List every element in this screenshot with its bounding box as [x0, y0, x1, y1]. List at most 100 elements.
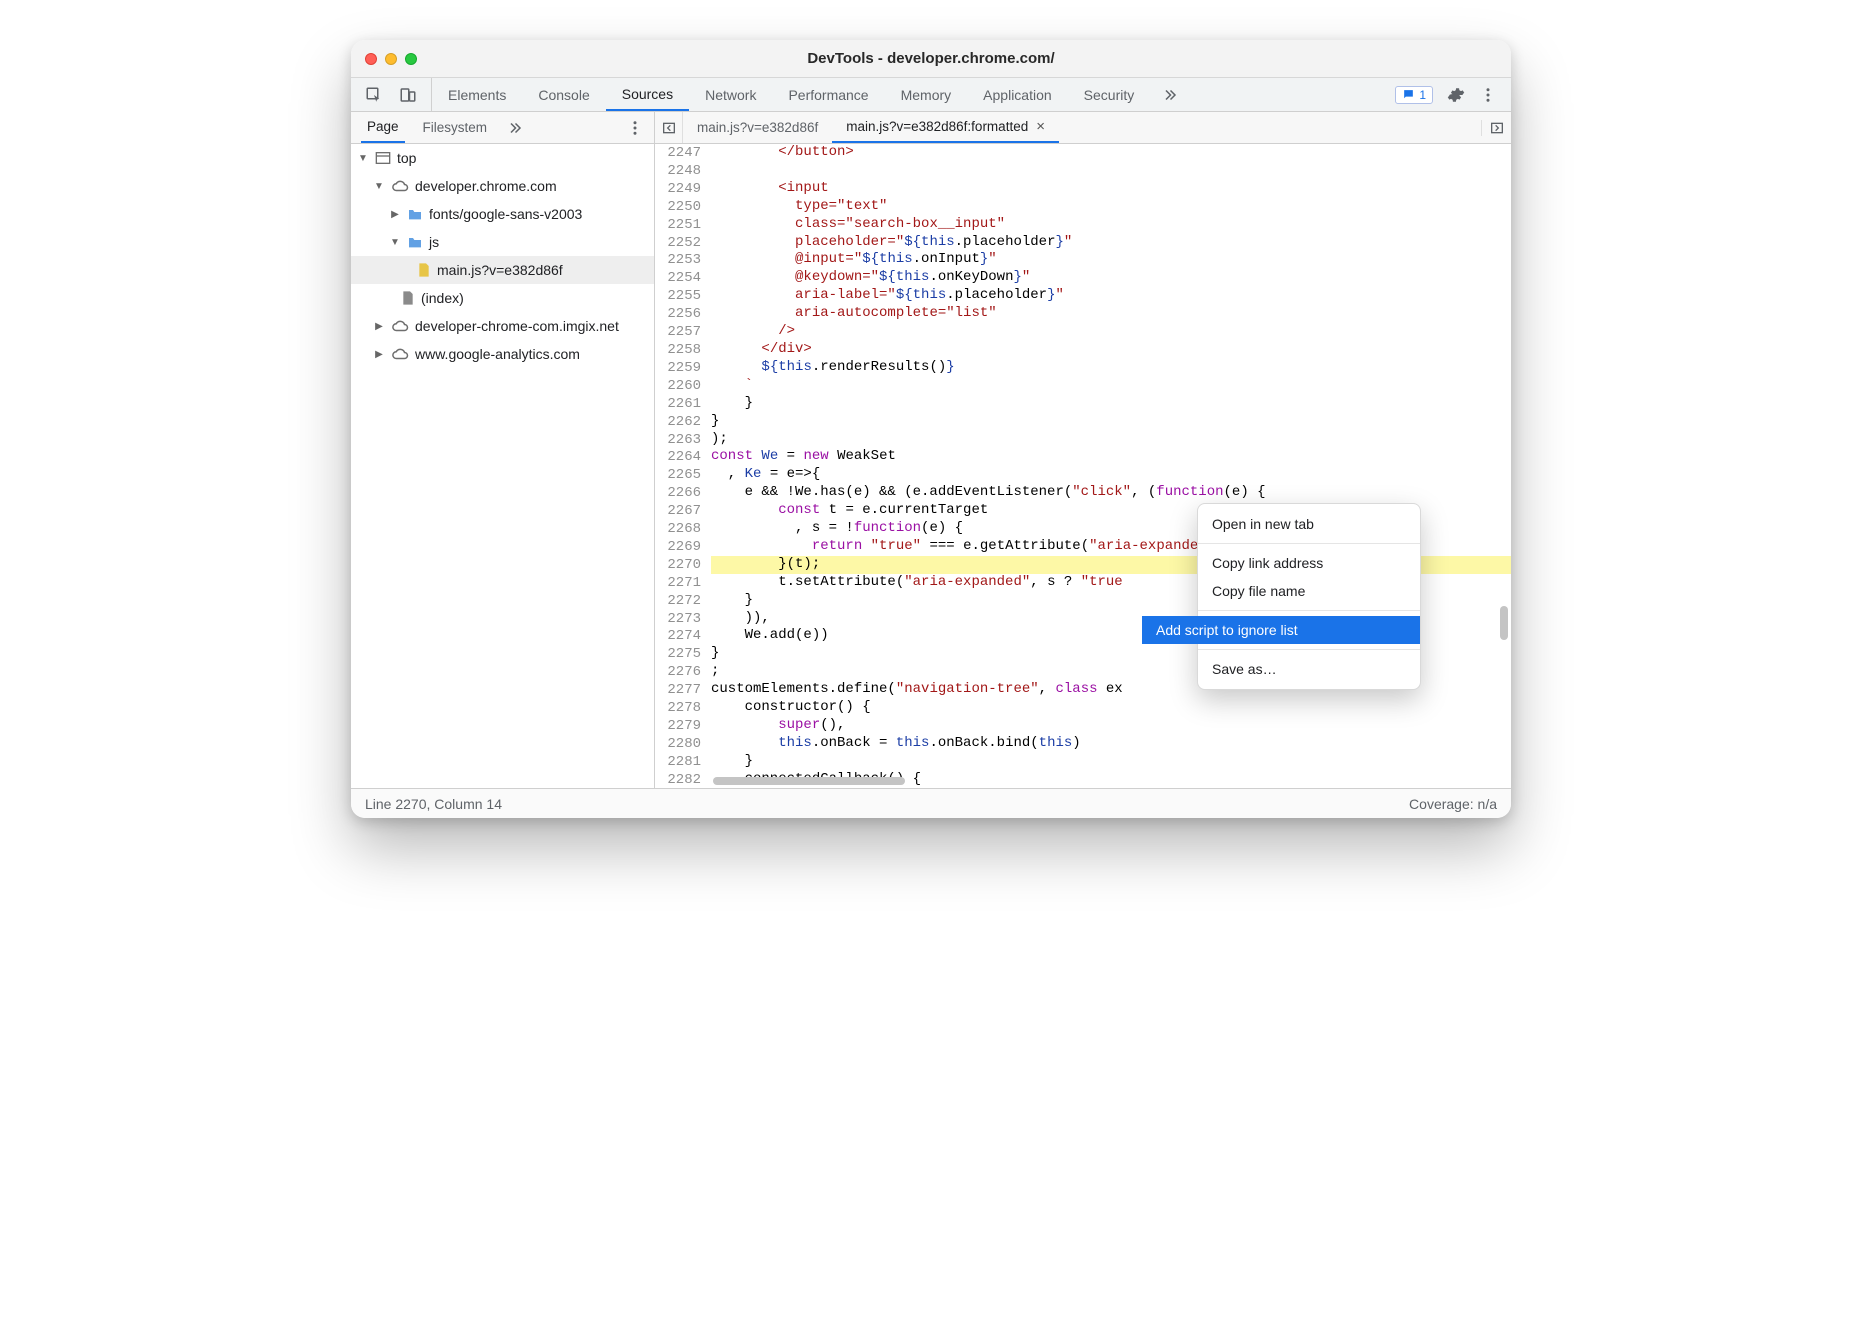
- more-tabs-chevron-icon[interactable]: [1150, 78, 1188, 111]
- code-line[interactable]: const We = new WeakSet: [711, 448, 1511, 466]
- ctx-copy-file-name[interactable]: Copy file name: [1198, 577, 1420, 605]
- line-number-gutter[interactable]: 2247224822492250225122522253225422552256…: [655, 144, 711, 788]
- code-editor[interactable]: 2247224822492250225122522253225422552256…: [655, 144, 1511, 788]
- inspect-element-icon[interactable]: [365, 86, 383, 104]
- line-number[interactable]: 2249: [655, 181, 701, 199]
- code-line[interactable]: [711, 162, 1511, 180]
- line-number[interactable]: 2256: [655, 306, 701, 324]
- code-line[interactable]: @keydown="${this.onKeyDown}": [711, 269, 1511, 287]
- panel-tab-performance[interactable]: Performance: [772, 78, 884, 111]
- tree-item-fonts-folder[interactable]: ▶ fonts/google-sans-v2003: [351, 200, 654, 228]
- panel-tab-network[interactable]: Network: [689, 78, 772, 111]
- ctx-open-new-tab[interactable]: Open in new tab: [1198, 510, 1420, 538]
- line-number[interactable]: 2266: [655, 485, 701, 503]
- code-line[interactable]: }: [711, 413, 1511, 431]
- line-number[interactable]: 2267: [655, 503, 701, 521]
- code-line[interactable]: e && !We.has(e) && (e.addEventListener("…: [711, 484, 1511, 502]
- line-number[interactable]: 2253: [655, 252, 701, 270]
- code-line[interactable]: />: [711, 323, 1511, 341]
- tree-item-mainjs[interactable]: main.js?v=e382d86f: [351, 256, 654, 284]
- panel-tab-security[interactable]: Security: [1068, 78, 1151, 111]
- line-number[interactable]: 2255: [655, 288, 701, 306]
- navigator-tree[interactable]: ▼ top ▼ developer.chrome.com ▶ fonts/goo…: [351, 144, 655, 788]
- code-line[interactable]: class="search-box__input": [711, 216, 1511, 234]
- panel-tab-elements[interactable]: Elements: [432, 78, 522, 111]
- line-number[interactable]: 2274: [655, 628, 701, 646]
- line-number[interactable]: 2271: [655, 575, 701, 593]
- close-tab-icon[interactable]: ×: [1036, 118, 1045, 135]
- line-number[interactable]: 2262: [655, 414, 701, 432]
- code-line[interactable]: <input: [711, 180, 1511, 198]
- code-line[interactable]: </button>: [711, 144, 1511, 162]
- panel-tab-sources[interactable]: Sources: [606, 78, 689, 111]
- code-line[interactable]: ${this.renderResults()}: [711, 359, 1511, 377]
- navigator-kebab-icon[interactable]: [616, 119, 654, 137]
- ctx-save-as[interactable]: Save as…: [1198, 655, 1420, 683]
- code-line[interactable]: type="text": [711, 198, 1511, 216]
- line-number[interactable]: 2264: [655, 449, 701, 467]
- line-number[interactable]: 2275: [655, 646, 701, 664]
- line-number[interactable]: 2258: [655, 342, 701, 360]
- line-number[interactable]: 2260: [655, 378, 701, 396]
- ctx-copy-link[interactable]: Copy link address: [1198, 549, 1420, 577]
- console-messages-badge[interactable]: 1: [1395, 86, 1433, 104]
- line-number[interactable]: 2278: [655, 700, 701, 718]
- line-number[interactable]: 2254: [655, 270, 701, 288]
- navigator-tab-page[interactable]: Page: [361, 112, 405, 143]
- editor-tab-formatted[interactable]: main.js?v=e382d86f:formatted ×: [832, 112, 1059, 143]
- line-number[interactable]: 2279: [655, 718, 701, 736]
- code-line[interactable]: super(),: [711, 717, 1511, 735]
- panel-tab-console[interactable]: Console: [522, 78, 605, 111]
- line-number[interactable]: 2248: [655, 163, 701, 181]
- line-number[interactable]: 2261: [655, 396, 701, 414]
- code-line[interactable]: aria-autocomplete="list": [711, 305, 1511, 323]
- line-number[interactable]: 2273: [655, 611, 701, 629]
- editor-tab-original[interactable]: main.js?v=e382d86f: [683, 112, 832, 143]
- code-line[interactable]: constructor() {: [711, 699, 1511, 717]
- vertical-scrollbar[interactable]: [1500, 606, 1508, 640]
- line-number[interactable]: 2280: [655, 736, 701, 754]
- line-number[interactable]: 2265: [655, 467, 701, 485]
- code-line[interactable]: `: [711, 377, 1511, 395]
- line-number[interactable]: 2250: [655, 199, 701, 217]
- line-number[interactable]: 2263: [655, 432, 701, 450]
- tree-item-imgix[interactable]: ▶ developer-chrome-com.imgix.net: [351, 312, 654, 340]
- code-line[interactable]: aria-label="${this.placeholder}": [711, 287, 1511, 305]
- line-number[interactable]: 2251: [655, 217, 701, 235]
- tree-item-index[interactable]: (index): [351, 284, 654, 312]
- tree-item-ga[interactable]: ▶ www.google-analytics.com: [351, 340, 654, 368]
- line-number[interactable]: 2282: [655, 772, 701, 790]
- code-line[interactable]: }: [711, 753, 1511, 771]
- panel-tab-application[interactable]: Application: [967, 78, 1068, 111]
- line-number[interactable]: 2281: [655, 754, 701, 772]
- code-line[interactable]: this.onBack = this.onBack.bind(this): [711, 735, 1511, 753]
- line-number[interactable]: 2247: [655, 145, 701, 163]
- line-number[interactable]: 2252: [655, 235, 701, 253]
- line-number[interactable]: 2277: [655, 682, 701, 700]
- code-line[interactable]: placeholder="${this.placeholder}": [711, 234, 1511, 252]
- code-line[interactable]: @input="${this.onInput}": [711, 251, 1511, 269]
- line-number[interactable]: 2268: [655, 521, 701, 539]
- navigator-more-chevron-icon[interactable]: [505, 119, 523, 137]
- code-line[interactable]: );: [711, 431, 1511, 449]
- ctx-add-ignore-list[interactable]: Add script to ignore list: [1142, 616, 1420, 644]
- line-number[interactable]: 2257: [655, 324, 701, 342]
- line-number[interactable]: 2270: [655, 557, 701, 575]
- code-line[interactable]: </div>: [711, 341, 1511, 359]
- device-toolbar-icon[interactable]: [399, 86, 417, 104]
- toggle-debugger-pane-icon[interactable]: [1481, 120, 1511, 136]
- tree-item-domain[interactable]: ▼ developer.chrome.com: [351, 172, 654, 200]
- tree-item-js-folder[interactable]: ▼ js: [351, 228, 654, 256]
- panel-tab-memory[interactable]: Memory: [885, 78, 968, 111]
- line-number[interactable]: 2269: [655, 539, 701, 557]
- toggle-navigator-icon[interactable]: [655, 112, 683, 143]
- kebab-menu-icon[interactable]: [1479, 86, 1497, 104]
- settings-icon[interactable]: [1447, 86, 1465, 104]
- code-line[interactable]: }: [711, 395, 1511, 413]
- code-line[interactable]: , Ke = e=>{: [711, 466, 1511, 484]
- navigator-tab-filesystem[interactable]: Filesystem: [417, 112, 494, 143]
- line-number[interactable]: 2276: [655, 664, 701, 682]
- horizontal-scrollbar[interactable]: [713, 777, 905, 785]
- line-number[interactable]: 2272: [655, 593, 701, 611]
- code-content[interactable]: </button> <input type="text" class="sear…: [711, 144, 1511, 788]
